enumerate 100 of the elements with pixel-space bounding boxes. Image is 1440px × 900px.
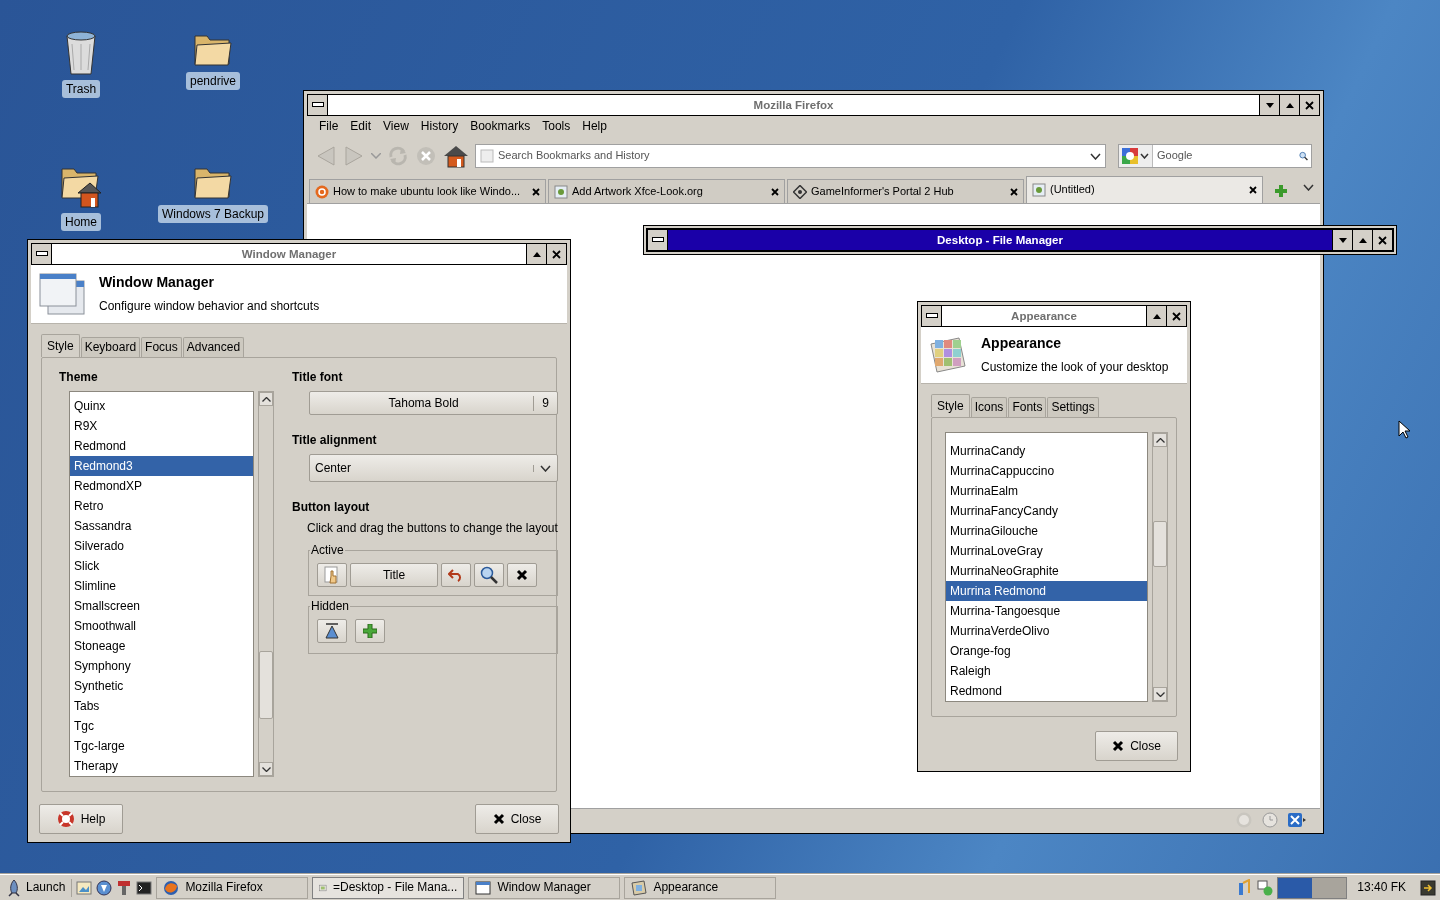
search-bar[interactable]: Google [1118,144,1312,168]
menu-item[interactable]: Edit [344,118,378,136]
menu-item[interactable]: File [313,118,345,136]
list-item[interactable]: Raleigh [946,661,1147,681]
list-item[interactable]: Redmond3 [70,456,254,476]
workspace-switcher[interactable] [1277,876,1348,899]
help-button[interactable]: Help [39,804,123,834]
list-item[interactable]: Retro [70,496,254,516]
address-field[interactable]: Search Bookmarks and History [498,149,1086,163]
menu-item[interactable]: Tools [536,118,577,136]
close-button[interactable] [1166,306,1186,326]
list-item[interactable]: Smoothwall [70,616,254,636]
launch-button[interactable]: Launch [4,878,73,897]
maximize-button[interactable] [1279,95,1299,115]
search-field[interactable]: Google [1153,149,1299,163]
list-item[interactable]: Sassandra [70,516,254,536]
maximize-button[interactable] [1146,306,1166,326]
list-item[interactable]: MurrinaFancyCandy [946,501,1147,521]
desktop-icon-label[interactable]: pendrive [186,72,240,90]
list-item[interactable]: MurrinaGilouche [946,521,1147,541]
list-item[interactable]: Quinx [70,396,254,416]
list-item[interactable]: MurrinaNeoGraphite [946,561,1147,581]
mouse-pointer-icon [1398,420,1410,439]
desktop-icon-label[interactable]: Home [61,213,101,231]
list-item[interactable]: RedmondXP [70,476,254,496]
list-item[interactable]: Smallscreen [70,596,254,616]
browser-tab[interactable]: (Untitled) [1026,176,1263,203]
close-button[interactable]: Close [1095,731,1178,761]
scrollbar[interactable] [1152,432,1168,702]
taskbar-button[interactable]: =Desktop - File Mana... [312,876,465,899]
list-item[interactable]: Slimline [70,576,254,596]
taskbar-button[interactable]: Appearance [624,876,777,899]
scrollbar-thumb[interactable] [1153,521,1167,567]
list-item[interactable]: Murrina-Tangoesque [946,601,1147,621]
close-button[interactable]: Close [475,804,559,834]
tab[interactable]: Fonts [1008,397,1047,417]
tab[interactable]: Style [41,334,80,357]
window-menu-button[interactable] [648,230,668,250]
tab[interactable]: Focus [141,337,182,357]
scrollbar-thumb[interactable] [259,651,273,719]
title-button[interactable]: Title [350,563,438,587]
list-item[interactable]: MurrinaLoveGray [946,541,1147,561]
browser-tab[interactable]: Add Artwork Xfce-Look.org [548,179,785,203]
list-item[interactable]: Synthetic [70,676,254,696]
list-item[interactable]: Stoneage [70,636,254,656]
magnifier-icon [480,566,498,584]
minimize-button[interactable] [1332,230,1352,250]
tab[interactable]: Settings [1047,397,1099,417]
browser-tab[interactable]: How to make ubuntu look like Windo... [309,179,546,203]
hide-button[interactable] [317,619,347,643]
list-item[interactable]: Slick [70,556,254,576]
close-button[interactable] [546,244,566,264]
scrollbar[interactable] [258,391,274,777]
menu-item[interactable]: History [414,118,465,136]
window-menu-button[interactable] [32,244,52,264]
menu-item[interactable]: View [377,118,415,136]
menu-item[interactable]: Help [576,118,613,136]
list-item[interactable]: Redmond [946,681,1147,701]
desktop-icon-label[interactable]: Trash [61,80,101,98]
list-item[interactable]: Tabs [70,696,254,716]
list-item[interactable]: MurrinaVerdeOlivo [946,621,1147,641]
menu-item[interactable]: Bookmarks [464,118,537,136]
window-menu-button[interactable] [308,95,328,115]
desktop-icon-label[interactable]: Windows 7 Backup [157,205,268,223]
stick-button[interactable] [355,619,385,643]
address-bar[interactable]: Search Bookmarks and History [475,144,1106,168]
list-item[interactable]: Murrina Redmond [946,581,1147,601]
tab[interactable]: Icons [970,397,1008,417]
alignment-dropdown[interactable]: Center [309,454,558,482]
list-item[interactable]: Tgc [70,716,254,736]
close-button[interactable] [1372,230,1392,250]
window-menu-button[interactable] [922,306,942,326]
list-item[interactable]: MurrinaEalm [946,481,1147,501]
window-title: Window Manager [240,247,338,262]
maximize-button[interactable] [1352,230,1372,250]
font-button[interactable]: Tahoma Bold 9 [309,391,558,415]
list-item[interactable]: Orange-fog [946,641,1147,661]
minimize-button[interactable] [1259,95,1279,115]
tab[interactable]: Style [931,394,970,417]
list-item[interactable]: MurrinaCappuccino [946,461,1147,481]
list-item[interactable]: Tgc-large [70,736,254,756]
list-item[interactable]: Symphony [70,656,254,676]
close-button[interactable] [1299,95,1319,115]
taskbar-button[interactable]: Window Manager [468,876,621,899]
dropdown-icon [1140,153,1149,159]
list-item[interactable]: MurrinaCandy [946,441,1147,461]
list-item[interactable]: Silverado [70,536,254,556]
list-item[interactable]: R9X [70,416,254,436]
shade-button[interactable] [441,563,471,587]
close-icon [532,187,540,196]
browser-tab[interactable]: GameInformer's Portal 2 Hub [787,179,1024,203]
taskbar-button[interactable]: Mozilla Firefox [156,876,309,899]
close-button[interactable] [507,563,537,587]
stick-button[interactable] [317,563,347,587]
list-item[interactable]: Redmond [70,436,254,456]
maximize-button[interactable] [526,244,546,264]
maximize-button[interactable] [474,563,504,587]
tab[interactable]: Advanced [182,337,245,357]
tab[interactable]: Keyboard [80,337,141,357]
list-item[interactable]: Therapy [70,756,254,776]
